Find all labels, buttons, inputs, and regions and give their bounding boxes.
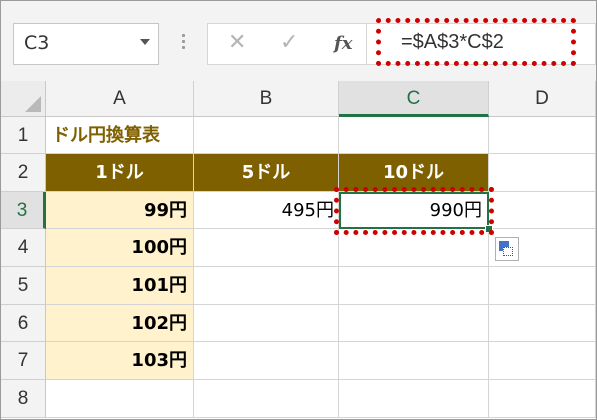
formula-bar-grip-icon[interactable] bbox=[182, 34, 185, 52]
column-header-c[interactable]: C bbox=[339, 81, 489, 117]
row-header-3[interactable]: 3 bbox=[1, 192, 46, 229]
row-header-7[interactable]: 7 bbox=[1, 342, 46, 380]
cell-c1[interactable] bbox=[339, 117, 489, 154]
cell-c8[interactable] bbox=[339, 380, 489, 418]
cell-b1[interactable] bbox=[194, 117, 339, 154]
formula-buttons: ✕ ✓ fx bbox=[207, 23, 367, 65]
row-header-5[interactable]: 5 bbox=[1, 267, 46, 305]
row-header-4[interactable]: 4 bbox=[1, 229, 46, 267]
cell-d8[interactable] bbox=[489, 380, 596, 418]
cell-highlight-box bbox=[334, 187, 494, 235]
select-all-icon bbox=[25, 96, 41, 112]
cell-a4[interactable]: 100円 bbox=[46, 229, 194, 267]
cell-a6[interactable]: 102円 bbox=[46, 305, 194, 342]
cancel-icon[interactable]: ✕ bbox=[228, 30, 246, 55]
cell-c5[interactable] bbox=[339, 267, 489, 305]
column-header-d[interactable]: D bbox=[489, 81, 596, 117]
row-header-2[interactable]: 2 bbox=[1, 154, 46, 192]
cell-a3[interactable]: 99円 bbox=[46, 192, 194, 229]
row-header-8[interactable]: 8 bbox=[1, 380, 46, 418]
cell-b6[interactable] bbox=[194, 305, 339, 342]
cell-b7[interactable] bbox=[194, 342, 339, 380]
paste-options-icon[interactable] bbox=[495, 237, 519, 261]
enter-icon[interactable]: ✓ bbox=[280, 30, 298, 55]
cell-b4[interactable] bbox=[194, 229, 339, 267]
spreadsheet-window: C3 ✕ ✓ fx =$A$3*C$2 A B C D 1 2 3 4 5 6 … bbox=[0, 0, 597, 420]
name-box-dropdown-icon[interactable] bbox=[140, 39, 150, 45]
cell-d7[interactable] bbox=[489, 342, 596, 380]
fx-icon[interactable]: fx bbox=[334, 33, 352, 54]
cell-d2[interactable] bbox=[489, 154, 596, 192]
cell-c6[interactable] bbox=[339, 305, 489, 342]
cell-b3[interactable]: 495円 bbox=[194, 192, 339, 229]
name-box-value: C3 bbox=[24, 32, 50, 54]
row-header-1[interactable]: 1 bbox=[1, 117, 46, 154]
column-header-a[interactable]: A bbox=[46, 81, 194, 117]
cell-d6[interactable] bbox=[489, 305, 596, 342]
cell-b5[interactable] bbox=[194, 267, 339, 305]
cell-a1[interactable]: ドル円換算表 bbox=[46, 117, 194, 154]
column-header-b[interactable]: B bbox=[194, 81, 339, 117]
cell-c7[interactable] bbox=[339, 342, 489, 380]
row-header-6[interactable]: 6 bbox=[1, 305, 46, 342]
formula-highlight-box bbox=[376, 18, 576, 66]
cell-a5[interactable]: 101円 bbox=[46, 267, 194, 305]
cell-b2[interactable]: 5ドル bbox=[194, 154, 339, 192]
cell-a8[interactable] bbox=[46, 380, 194, 418]
cell-d5[interactable] bbox=[489, 267, 596, 305]
select-all-corner[interactable] bbox=[1, 81, 46, 117]
cell-b8[interactable] bbox=[194, 380, 339, 418]
cell-d1[interactable] bbox=[489, 117, 596, 154]
name-box[interactable]: C3 bbox=[13, 23, 159, 65]
cell-a2[interactable]: 1ドル bbox=[46, 154, 194, 192]
cell-d3[interactable] bbox=[489, 192, 596, 229]
cell-a7[interactable]: 103円 bbox=[46, 342, 194, 380]
